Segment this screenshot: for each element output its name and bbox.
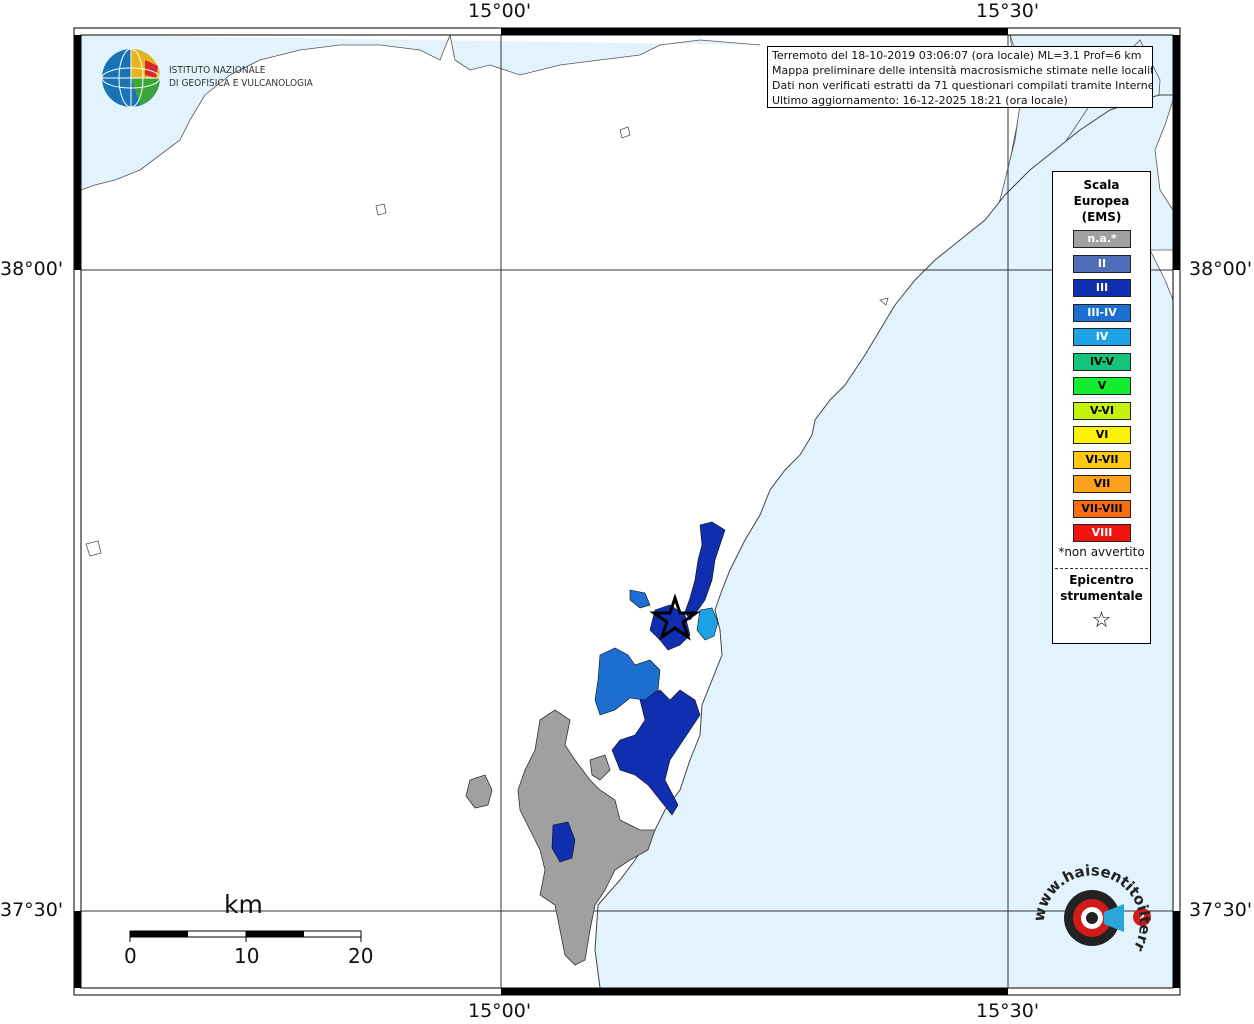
coord-left-38-00: 38°00' — [0, 258, 64, 280]
legend-swatch-vi-vii: VI-VII — [1073, 450, 1131, 469]
legend-swatch-iii-iv: III-IV — [1073, 303, 1131, 322]
legend-swatch-vii: VII — [1073, 475, 1131, 493]
scale-label-20: 20 — [348, 944, 374, 968]
info-line4: Ultimo aggiornamento: 16-12-2025 18:21 (… — [772, 94, 1068, 107]
institute-name: ISTITUTO NAZIONALE DI GEOFISICA E VULCAN… — [169, 64, 313, 90]
coord-right-38-00: 38°00' — [1189, 258, 1253, 280]
legend-title-line1: Scala — [1083, 178, 1120, 192]
coord-left-37-30: 37°30' — [0, 899, 64, 921]
haisentito-logo-icon: ? www.haisentitoilterremoto.it — [1032, 860, 1154, 955]
legend-swatch-n-a: n.a.* — [1073, 230, 1131, 248]
legend-swatch-v: V — [1073, 377, 1131, 395]
event-info-box: Terremoto del 18-10-2019 03:06:07 (ora l… — [767, 46, 1153, 108]
legend-separator — [1055, 568, 1148, 569]
coord-top-15-30: 15°30' — [976, 0, 1040, 22]
legend-swatch-iv-v: IV-V — [1073, 352, 1131, 371]
legend-swatch-vi: VI — [1073, 426, 1131, 444]
scale-label-0: 0 — [124, 944, 137, 968]
legend-swatch-iv: IV — [1073, 328, 1131, 346]
coord-bottom-15-30: 15°30' — [976, 1000, 1040, 1022]
info-line3: Dati non verificati estratti da 71 quest… — [772, 79, 1153, 92]
legend-not-felt-note: *non avvertito — [1058, 545, 1145, 559]
info-line1: Terremoto del 18-10-2019 03:06:07 (ora l… — [772, 49, 1142, 62]
scale-unit: km — [224, 890, 263, 919]
coord-right-37-30: 37°30' — [1189, 899, 1253, 921]
legend-title-line3: (EMS) — [1081, 210, 1122, 224]
coord-top-15-00: 15°00' — [468, 0, 532, 22]
legend-epicenter-line2: strumentale — [1060, 589, 1143, 603]
legend-star-icon: ☆ — [1091, 608, 1112, 633]
scale-label-10: 10 — [234, 944, 260, 968]
legend-epicenter-line1: Epicentro — [1069, 573, 1134, 587]
info-line2: Mappa preliminare delle intensità macros… — [772, 64, 1153, 77]
ingv-logo-icon — [101, 48, 161, 108]
legend-title: Scala Europea (EMS) — [1053, 177, 1150, 225]
legend-swatch-iii: III — [1073, 279, 1131, 297]
institute-line2: DI GEOFISICA E VULCANOLOGIA — [169, 78, 313, 89]
legend-swatch-v-vi: V-VI — [1073, 401, 1131, 420]
legend-swatch-viii: VIII — [1073, 524, 1131, 542]
legend-swatch-vii-viii: VII-VIII — [1073, 499, 1131, 518]
legend-epicenter-label: Epicentro strumentale — [1053, 572, 1150, 604]
ems-legend: Scala Europea (EMS) n.a.* II III III-IV IV IV… — [1052, 171, 1151, 644]
institute-line1: ISTITUTO NAZIONALE — [169, 65, 266, 76]
legend-title-line2: Europea — [1073, 194, 1130, 208]
legend-swatch-ii: II — [1073, 254, 1131, 273]
coord-bottom-15-00: 15°00' — [468, 1000, 532, 1022]
